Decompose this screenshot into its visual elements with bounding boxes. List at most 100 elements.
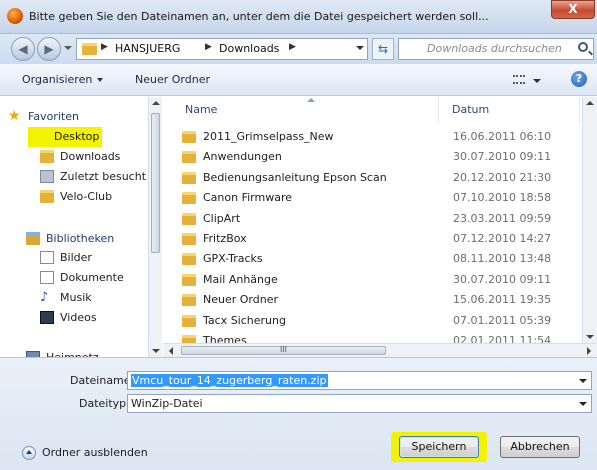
downloads-icon xyxy=(40,150,54,163)
file-row[interactable]: Neuer Ordner 15.06.2011 19:35 xyxy=(163,290,583,310)
file-list-vertical-scrollbar[interactable] xyxy=(582,97,597,343)
recent-locations-dropdown[interactable] xyxy=(64,46,72,50)
navigation-scrollbar[interactable] xyxy=(148,97,162,357)
column-name-label: Name xyxy=(185,103,218,116)
folder-icon xyxy=(182,314,196,327)
file-list-horizontal-scrollbar[interactable]: III xyxy=(163,343,597,357)
star-icon: ★ xyxy=(8,108,21,124)
scroll-down-icon[interactable] xyxy=(586,335,594,339)
scroll-left-icon[interactable] xyxy=(169,347,173,355)
close-button[interactable]: X xyxy=(551,0,595,19)
file-name: Themes xyxy=(203,334,247,343)
cancel-button[interactable]: Abbrechen xyxy=(500,436,580,458)
folder-icon xyxy=(182,335,196,343)
chevron-down-icon[interactable] xyxy=(579,379,587,383)
file-name: Neuer Ordner xyxy=(203,293,278,307)
file-date: 23.03.2011 09:59 xyxy=(453,211,552,225)
scroll-up-icon[interactable] xyxy=(586,101,594,105)
documents-icon xyxy=(40,271,54,284)
scroll-down-icon[interactable] xyxy=(152,349,160,353)
scroll-right-icon[interactable] xyxy=(587,347,591,355)
breadcrumb-separator-icon[interactable]: ▶ xyxy=(205,42,212,52)
save-button[interactable]: Speichern xyxy=(399,436,479,458)
folder-icon xyxy=(182,212,196,225)
hide-folders-toggle-icon[interactable] xyxy=(22,446,36,460)
address-dropdown-icon[interactable] xyxy=(356,46,364,50)
breadcrumb-hansjuerg[interactable]: HANSJUERG xyxy=(115,42,180,55)
filetype-select[interactable]: WinZip-Datei xyxy=(127,394,592,413)
file-date: 02.01.2011 11:54 xyxy=(453,334,552,343)
file-date: 08.11.2010 13:48 xyxy=(453,252,552,266)
navigation-pane: ★ Favoriten Desktop Downloads Zuletzt be… xyxy=(0,97,160,357)
file-row[interactable]: 2011_Grimselpass_New 16.06.2011 06:10 xyxy=(163,127,583,147)
file-row[interactable]: FritzBox 07.12.2010 14:27 xyxy=(163,229,583,249)
videos-icon xyxy=(40,311,54,324)
view-options-icon[interactable] xyxy=(513,75,525,84)
file-name: Mail Anhänge xyxy=(203,272,278,286)
libraries-icon xyxy=(26,232,40,245)
scroll-thumb[interactable] xyxy=(151,113,160,253)
hide-folders-button[interactable]: Ordner ausblenden xyxy=(42,446,148,459)
file-row[interactable]: Bedienungsanleitung Epson Scan 20.12.2010… xyxy=(163,168,583,188)
forward-button[interactable]: ▶ xyxy=(37,37,61,61)
title-bar: Bitte geben Sie den Dateinamen an, unter… xyxy=(0,0,597,34)
search-icon[interactable] xyxy=(578,42,588,52)
file-date: 30.07.2010 09:11 xyxy=(453,272,552,286)
filetype-value: WinZip-Datei xyxy=(131,397,203,410)
breadcrumb-separator-icon[interactable]: ▶ xyxy=(101,42,108,52)
file-date: 07.10.2010 18:58 xyxy=(453,191,552,205)
file-row[interactable]: Canon Firmware 07.10.2010 18:58 xyxy=(163,188,583,208)
filename-field[interactable]: Vmcu_tour_14_zugerberg_raten.zip xyxy=(127,371,592,390)
file-row[interactable]: Anwendungen 30.07.2010 09:11 xyxy=(163,147,583,167)
breadcrumb-downloads[interactable]: Downloads xyxy=(219,42,279,55)
column-header-date[interactable]: Datum xyxy=(440,97,580,123)
scroll-up-icon[interactable] xyxy=(152,101,160,105)
folder-icon xyxy=(182,233,196,245)
organize-menu-button[interactable]: Organisieren xyxy=(22,73,104,86)
file-date: 16.06.2011 06:10 xyxy=(453,130,552,143)
file-date: 07.01.2011 05:39 xyxy=(453,313,552,327)
file-name: GPX-Tracks xyxy=(203,252,263,266)
recent-places-icon xyxy=(40,170,54,183)
column-header-name[interactable]: Name xyxy=(163,97,439,123)
address-box[interactable]: ▶ HANSJUERG ▶ Downloads ▶ xyxy=(76,38,368,60)
folder-icon xyxy=(182,151,196,164)
file-name: ClipArt xyxy=(203,211,241,225)
file-date: 15.06.2011 19:35 xyxy=(453,293,552,307)
chevron-down-icon[interactable] xyxy=(579,402,587,406)
scroll-thumb[interactable]: III xyxy=(181,346,386,355)
file-date: 30.07.2010 09:11 xyxy=(453,150,552,164)
filename-value[interactable]: Vmcu_tour_14_zugerberg_raten.zip xyxy=(131,374,328,387)
save-options-panel: Dateiname: Vmcu_tour_14_zugerberg_raten.… xyxy=(0,357,597,470)
folder-icon xyxy=(182,294,196,307)
dialog-title: Bitte geben Sie den Dateinamen an, unter… xyxy=(29,10,489,23)
column-date-label: Datum xyxy=(452,103,490,116)
file-row[interactable]: ClipArt 23.03.2011 09:59 xyxy=(163,209,583,229)
command-toolbar: Organisieren Neuer Ordner ? xyxy=(0,64,597,96)
file-row[interactable]: Mail Anhänge 30.07.2010 09:11 xyxy=(163,270,583,290)
address-bar-row: ◀ ▶ ▶ HANSJUERG ▶ Downloads ▶ ⇆ Download… xyxy=(0,34,597,64)
file-row[interactable]: Themes 02.01.2011 11:54 xyxy=(163,331,583,343)
firefox-app-icon xyxy=(7,8,23,24)
folder-icon xyxy=(182,253,196,266)
file-name: Tacx Sicherung xyxy=(203,313,286,327)
chevron-down-icon[interactable] xyxy=(533,79,541,83)
search-input[interactable]: Downloads durchsuchen xyxy=(398,38,594,60)
breadcrumb-separator-icon[interactable]: ▶ xyxy=(289,42,296,52)
file-name: 2011_Grimselpass_New xyxy=(203,130,334,143)
folder-icon xyxy=(182,171,196,184)
file-row[interactable]: Tacx Sicherung 07.01.2011 05:39 xyxy=(163,311,583,331)
file-name: Anwendungen xyxy=(203,150,282,164)
folder-icon xyxy=(82,43,97,55)
help-icon[interactable]: ? xyxy=(571,71,587,87)
folder-icon xyxy=(40,190,54,203)
new-folder-button[interactable]: Neuer Ordner xyxy=(135,73,210,86)
search-placeholder: Downloads durchsuchen xyxy=(427,42,562,55)
filename-label: Dateiname: xyxy=(70,374,135,387)
back-button[interactable]: ◀ xyxy=(11,37,35,61)
file-row[interactable]: GPX-Tracks 08.11.2010 13:48 xyxy=(163,249,583,269)
file-name: Bedienungsanleitung Epson Scan xyxy=(203,170,387,184)
refresh-button[interactable]: ⇆ xyxy=(372,38,394,60)
folder-icon xyxy=(182,131,196,143)
file-list: Name Datum 2011_Grimselpass_New 16.06.201… xyxy=(163,97,597,343)
